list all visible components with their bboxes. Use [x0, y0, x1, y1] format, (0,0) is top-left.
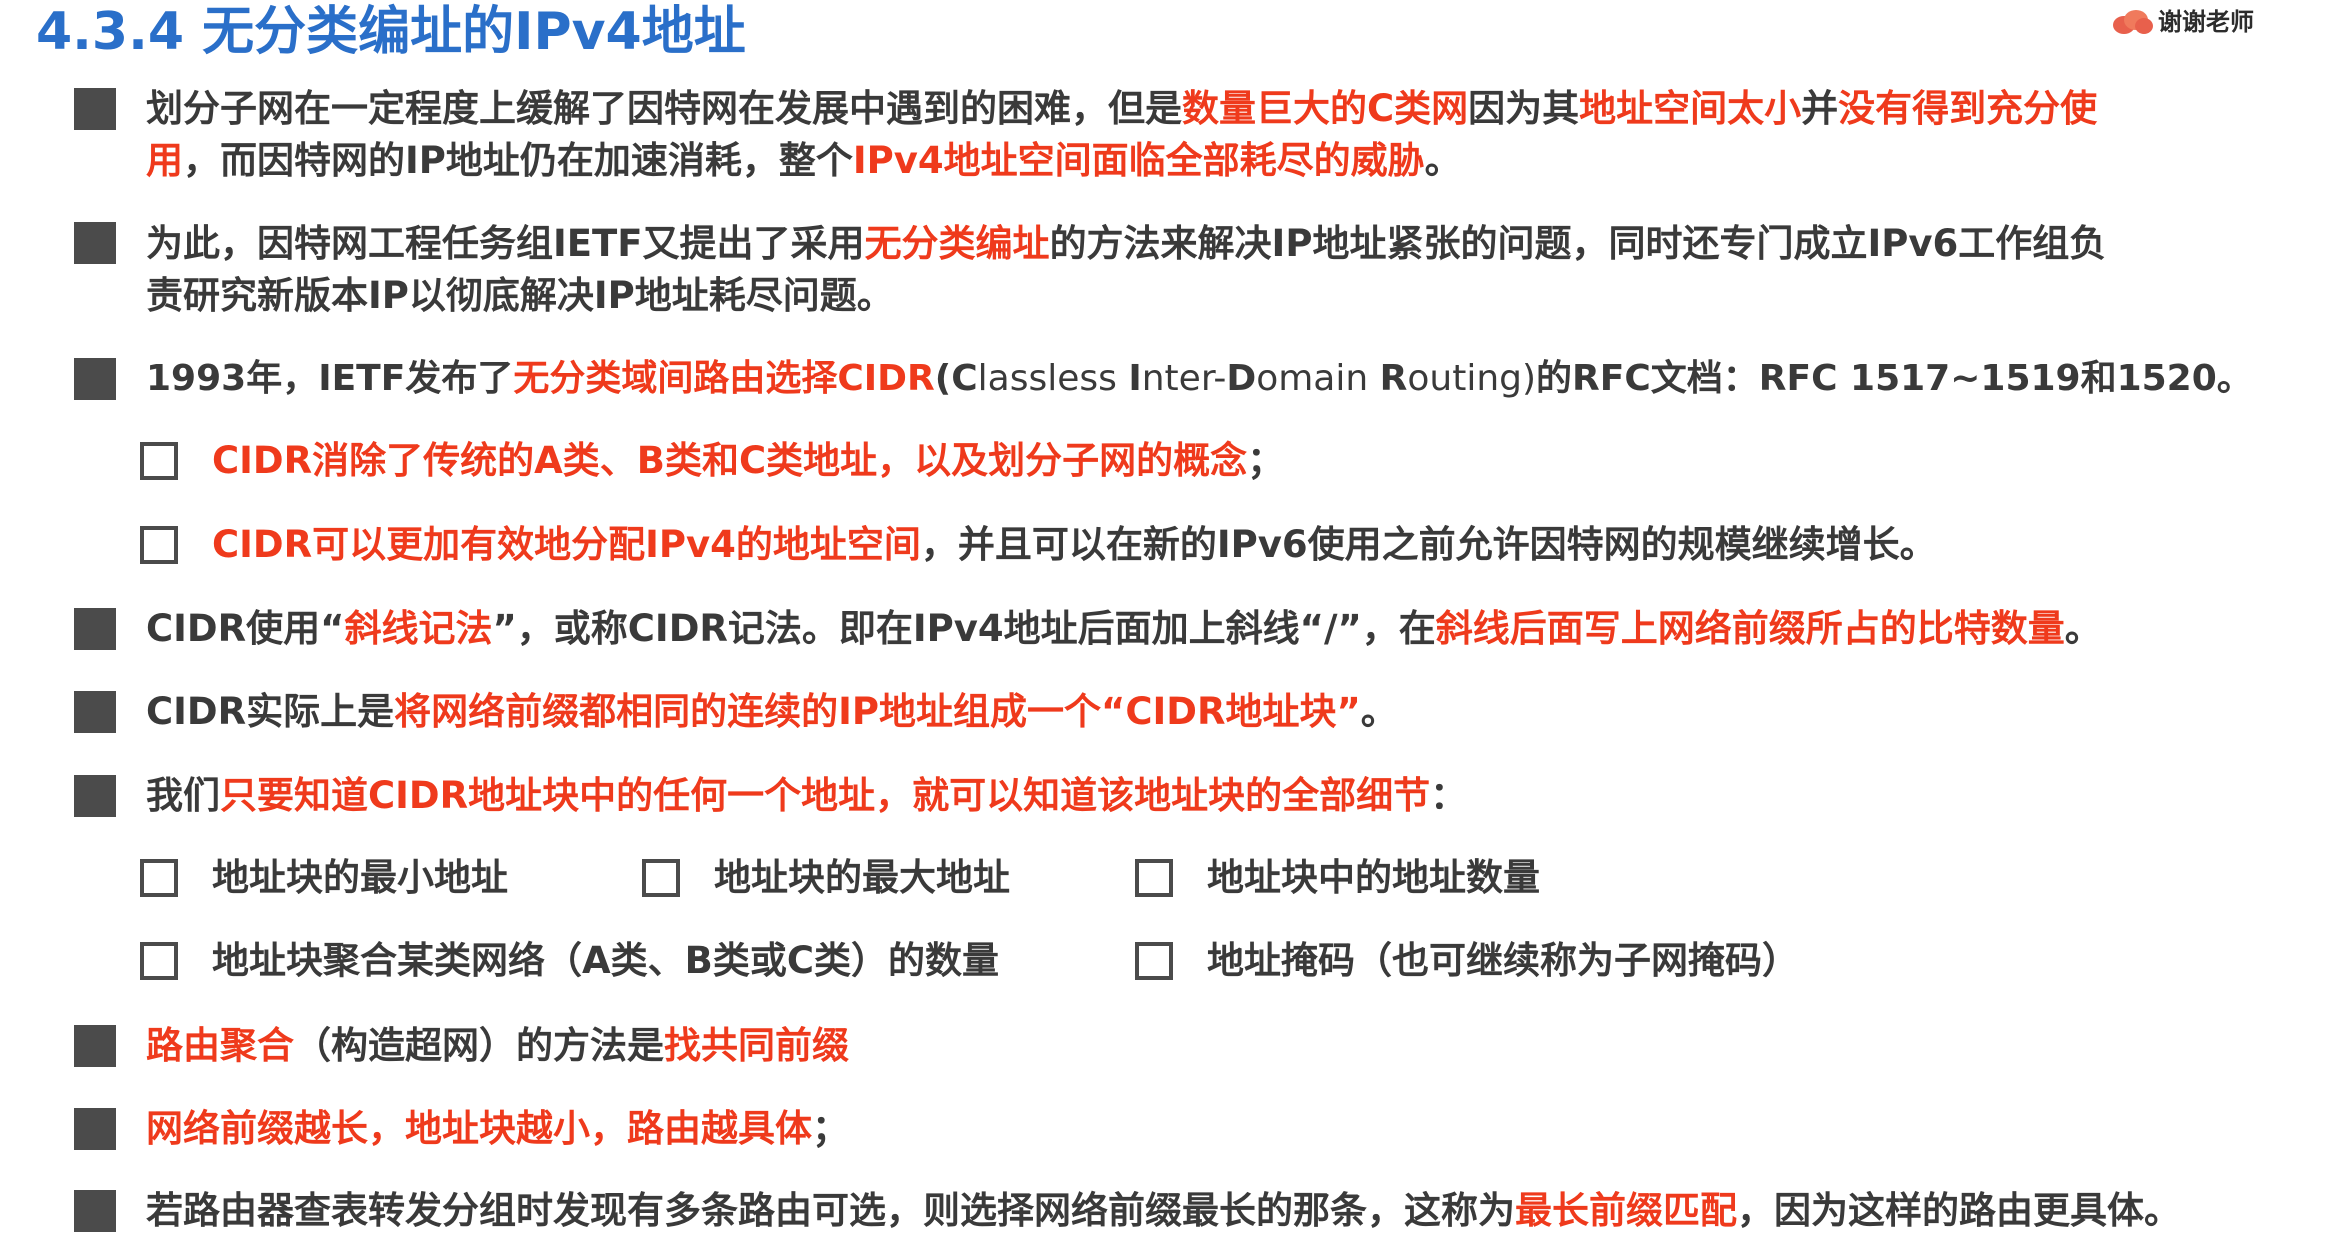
text-run: ；	[812, 1107, 849, 1150]
bullet-square-icon	[74, 1108, 116, 1150]
text-run: CIDR实际上是	[146, 690, 395, 733]
option-address-count: 地址块中的地址数量	[1207, 852, 1540, 904]
bullet-square-icon	[74, 222, 116, 264]
highlight-run: 斜线记法	[344, 607, 493, 650]
highlight-run: 网络前缀越长，地址块越小，路由越具体	[146, 1107, 812, 1150]
text-run: (	[934, 358, 952, 399]
text-run: 1993年，IETF发布了	[146, 358, 514, 399]
bullet-2-line-2: 责研究新版本IP以彻底解决IP地址耗尽问题。	[146, 270, 894, 322]
text-run: D	[1226, 358, 1257, 399]
text-run: I	[1128, 358, 1142, 399]
text-run: 地址块的最大地址	[714, 856, 1010, 899]
highlight-run: 找共同前缀	[664, 1024, 849, 1067]
text-run: 地址块的最小地址	[212, 856, 508, 899]
text-run: （构造超网）的方法是	[294, 1024, 664, 1067]
bullet-6-line: 我们只要知道CIDR地址块中的任何一个地址，就可以知道该地址块的全部细节：	[146, 770, 1467, 822]
text-run: 的RFC文档：RFC 1517~1519和1520。	[1536, 358, 2253, 399]
checkbox-bullet-icon	[140, 442, 178, 480]
bullet-square-icon	[74, 1190, 116, 1232]
highlight-run: 无分类编址	[864, 222, 1050, 265]
bullet-9-line: 若路由器查表转发分组时发现有多条路由可选，则选择网络前缀最长的那条，这称为最长前…	[146, 1185, 2181, 1237]
text-run: omain	[1256, 358, 1380, 399]
highlight-run: 最长前缀匹配	[1515, 1189, 1737, 1232]
text-run: 为此，因特网工程任务组IETF又提出了采用	[146, 222, 865, 265]
text-run: 地址掩码（也可继续称为子网掩码）	[1207, 939, 1799, 982]
bullet-square-icon	[74, 88, 116, 130]
highlight-run: 只要知道CIDR地址块中的任何一个地址，就可以知道该地址块的全部细节	[220, 774, 1431, 817]
bullet-8-line: 网络前缀越长，地址块越小，路由越具体；	[146, 1103, 849, 1155]
highlight-run: IPv4地址空间面临全部耗尽的威胁	[852, 139, 1425, 182]
text-run: ，而因特网的IP地址仍在加速消耗，整个	[183, 139, 853, 182]
checkbox-bullet-icon	[140, 859, 178, 897]
text-run: ：	[1430, 774, 1468, 817]
bullet-1-line-1: 划分子网在一定程度上缓解了因特网在发展中遇到的困难，但是数量巨大的C类网因为其地…	[146, 83, 2097, 135]
bullet-1-line-2: 用，而因特网的IP地址仍在加速消耗，整个IPv4地址空间面临全部耗尽的威胁。	[146, 135, 1462, 187]
text-run: 我们	[146, 774, 220, 817]
highlight-run: CIDR可以更加有效地分配IPv4的地址空间	[212, 523, 921, 566]
bullet-4-line: CIDR使用“斜线记法”，或称CIDR记法。即在IPv4地址后面加上斜线“/”，…	[146, 603, 2102, 655]
text-run: 地址块聚合某类网络（A类、B类或C类）的数量	[212, 939, 999, 982]
text-run: 责研究新版本IP以彻底解决IP地址耗尽问题。	[146, 274, 894, 317]
text-run: C	[951, 358, 978, 399]
bullet-square-icon	[74, 358, 116, 400]
text-run: 并	[1801, 87, 1839, 130]
checkbox-bullet-icon	[1135, 859, 1173, 897]
highlight-run: 斜线后面写上网络前缀所占的比特数量	[1435, 607, 2065, 650]
watermark-logo: 谢谢老师	[2106, 6, 2270, 38]
bullet-square-icon	[74, 775, 116, 817]
option-aggregated-networks: 地址块聚合某类网络（A类、B类或C类）的数量	[212, 935, 999, 987]
highlight-run: 路由聚合	[146, 1024, 294, 1067]
text-run: outing)	[1407, 358, 1537, 399]
sub-item-2: CIDR可以更加有效地分配IPv4的地址空间，并且可以在新的IPv6使用之前允许…	[212, 519, 1937, 571]
checkbox-bullet-icon	[1135, 942, 1173, 980]
text-run: nter-	[1141, 358, 1227, 399]
highlight-run: 没有得到充分使	[1838, 87, 2098, 130]
checkbox-bullet-icon	[642, 859, 680, 897]
highlight-run: CIDR消除了传统的A类、B类和C类地址，以及划分子网的概念	[212, 439, 1248, 482]
checkbox-bullet-icon	[140, 526, 178, 564]
text-run: ，因为这样的路由更具体。	[1737, 1189, 2181, 1232]
text-run: 。	[1360, 690, 1398, 733]
highlight-run: 将网络前缀都相同的连续的IP地址组成一个“CIDR地址块”	[394, 690, 1361, 733]
slide-title: 4.3.4 无分类编址的IPv4地址	[36, 2, 746, 62]
text-run: ；	[1247, 439, 1285, 482]
cloud-icon	[2113, 10, 2153, 34]
text-run: 划分子网在一定程度上缓解了因特网在发展中遇到的困难，但是	[146, 87, 1182, 130]
text-run: 的方法来解决IP地址紧张的问题，同时还专门成立IPv6工作组负	[1049, 222, 2107, 265]
text-run: 。	[1424, 139, 1462, 182]
option-address-mask: 地址掩码（也可继续称为子网掩码）	[1207, 935, 1799, 987]
highlight-run: 数量巨大的C类网	[1182, 87, 1469, 130]
bullet-3-line: 1993年，IETF发布了无分类域间路由选择CIDR(Classless Int…	[146, 353, 2253, 405]
bullet-7-line: 路由聚合（构造超网）的方法是找共同前缀	[146, 1020, 849, 1072]
text-run: 。	[2064, 607, 2102, 650]
highlight-run: 用	[146, 139, 183, 182]
text-run: lassless	[977, 358, 1129, 399]
bullet-square-icon	[74, 608, 116, 650]
sub-item-1: CIDR消除了传统的A类、B类和C类地址，以及划分子网的概念；	[212, 435, 1284, 487]
bullet-square-icon	[74, 691, 116, 733]
text-run: CIDR使用“	[146, 607, 345, 650]
logo-text: 谢谢老师	[2158, 8, 2254, 36]
bullet-2-line-1: 为此，因特网工程任务组IETF又提出了采用无分类编址的方法来解决IP地址紧张的问…	[146, 218, 2106, 270]
text-run: 若路由器查表转发分组时发现有多条路由可选，则选择网络前缀最长的那条，这称为	[146, 1189, 1515, 1232]
highlight-run: 无分类域间路由选择CIDR	[513, 358, 935, 399]
bullet-square-icon	[74, 1025, 116, 1067]
text-run: ”，或称CIDR记法。即在IPv4地址后面加上斜线“/”，在	[492, 607, 1436, 650]
checkbox-bullet-icon	[140, 942, 178, 980]
highlight-run: 地址空间太小	[1579, 87, 1802, 130]
text-run: ，并且可以在新的IPv6使用之前允许因特网的规模继续增长。	[920, 523, 1937, 566]
text-run: R	[1379, 358, 1408, 399]
bullet-5-line: CIDR实际上是将网络前缀都相同的连续的IP地址组成一个“CIDR地址块”。	[146, 686, 1398, 738]
option-max-address: 地址块的最大地址	[714, 852, 1010, 904]
text-run: 地址块中的地址数量	[1207, 856, 1540, 899]
option-min-address: 地址块的最小地址	[212, 852, 508, 904]
text-run: 因为其	[1468, 87, 1580, 130]
